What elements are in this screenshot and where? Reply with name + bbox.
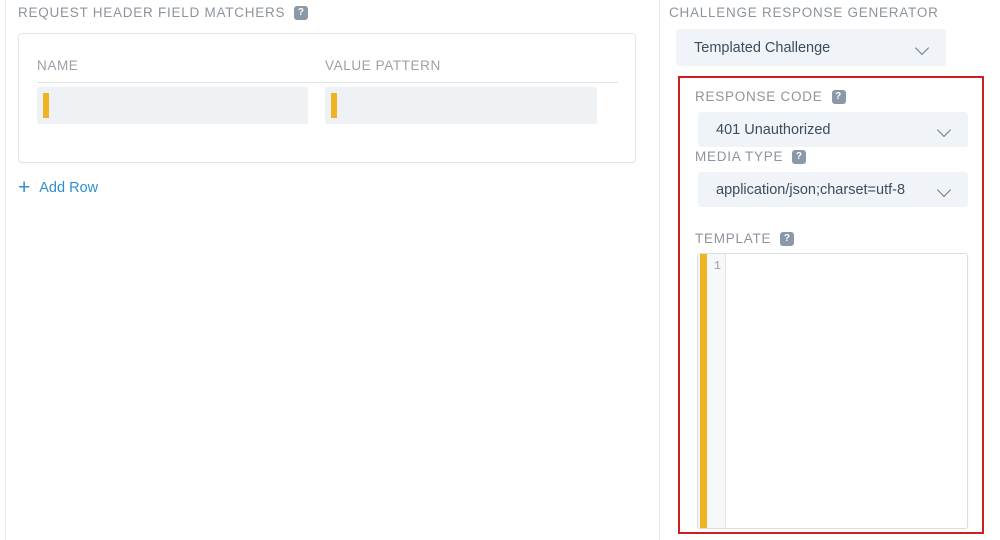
add-row-label: Add Row <box>39 180 98 196</box>
chevron-down-icon <box>936 121 954 139</box>
matchers-heading-label: REQUEST HEADER FIELD MATCHERS <box>18 5 285 20</box>
help-icon[interactable]: ? <box>832 90 846 104</box>
help-icon[interactable]: ? <box>792 150 806 164</box>
help-icon[interactable]: ? <box>294 6 308 20</box>
media-type-label-text: MEDIA TYPE <box>695 149 783 164</box>
column-header-underline <box>37 82 618 83</box>
column-header-value-pattern: VALUE PATTERN <box>325 58 441 73</box>
generator-type-value: Templated Challenge <box>676 40 914 56</box>
generator-section-heading: CHALLENGE RESPONSE GENERATOR <box>669 5 939 20</box>
text-cursor-icon <box>700 254 707 528</box>
generator-heading-label: CHALLENGE RESPONSE GENERATOR <box>669 5 939 20</box>
response-code-select[interactable]: 401 Unauthorized <box>698 112 968 147</box>
add-row-button[interactable]: + Add Row <box>18 180 98 196</box>
chevron-down-icon <box>914 39 932 57</box>
matcher-value-pattern-input[interactable] <box>325 87 597 124</box>
column-header-name: NAME <box>37 58 78 73</box>
matchers-table-card: NAME VALUE PATTERN <box>18 33 636 163</box>
response-code-label-text: RESPONSE CODE <box>695 89 823 104</box>
template-code-editor[interactable]: 1 <box>697 253 968 529</box>
matcher-name-input[interactable] <box>37 87 308 124</box>
response-code-label: RESPONSE CODE ? <box>695 89 846 104</box>
template-editor-content[interactable] <box>726 254 967 528</box>
panel-left-divider <box>5 0 6 540</box>
text-cursor-icon <box>43 93 49 118</box>
plus-icon: + <box>18 181 30 195</box>
text-cursor-icon <box>331 93 337 118</box>
media-type-select[interactable]: application/json;charset=utf-8 <box>698 172 968 207</box>
media-type-label: MEDIA TYPE ? <box>695 149 806 164</box>
line-number: 1 <box>714 254 721 528</box>
editor-line-number-gutter: 1 <box>698 254 726 528</box>
template-label-text: TEMPLATE <box>695 231 771 246</box>
template-label: TEMPLATE ? <box>695 231 794 246</box>
matchers-section-heading: REQUEST HEADER FIELD MATCHERS ? <box>18 5 308 20</box>
request-header-matchers-panel: REQUEST HEADER FIELD MATCHERS ? NAME VAL… <box>0 0 660 540</box>
chevron-down-icon <box>936 181 954 199</box>
help-icon[interactable]: ? <box>780 232 794 246</box>
generator-type-select[interactable]: Templated Challenge <box>676 29 946 66</box>
response-code-value: 401 Unauthorized <box>698 122 936 138</box>
media-type-value: application/json;charset=utf-8 <box>698 182 936 198</box>
